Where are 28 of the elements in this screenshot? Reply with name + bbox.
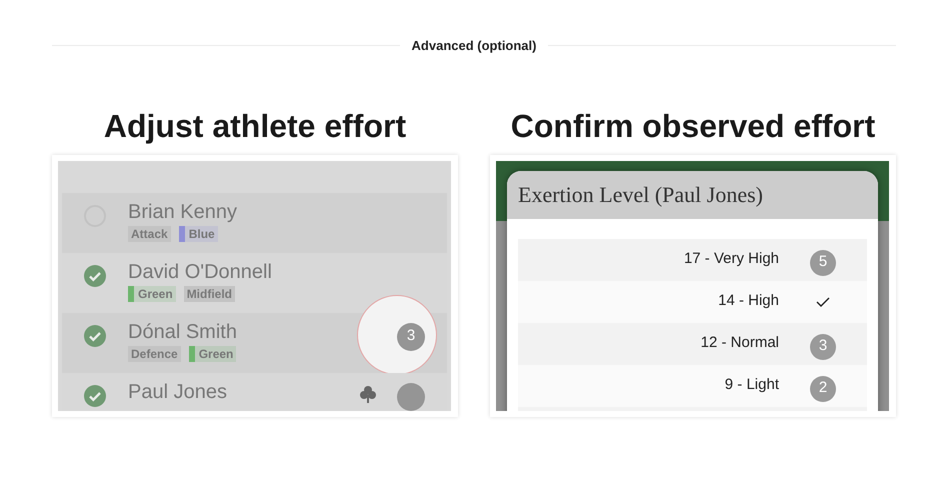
athlete-tag: Blue xyxy=(178,226,218,242)
athlete-name: Dónal Smith xyxy=(128,320,237,344)
check-circle-icon[interactable] xyxy=(83,324,107,348)
count-badge: 5 xyxy=(810,250,836,276)
dialog-title: Exertion Level (Paul Jones) xyxy=(507,170,878,218)
panel-heading: Adjust athlete effort xyxy=(104,108,406,144)
option-label: 12 - Normal xyxy=(700,333,780,354)
option-label: 17 - Very High xyxy=(682,249,780,270)
athlete-name: David O'Donnell xyxy=(128,260,272,284)
option-row[interactable]: 14 - High xyxy=(518,280,867,322)
count-badge: 2 xyxy=(810,376,836,402)
athlete-name: Brian Kenny xyxy=(128,200,237,224)
athlete-tag: Midfield xyxy=(184,286,236,302)
option-row[interactable]: 12 - Normal 3 xyxy=(518,322,867,364)
athlete-name: Paul Jones xyxy=(128,380,227,404)
option-label: 9 - Light xyxy=(724,375,780,396)
count-badge: 3 xyxy=(810,334,836,360)
option-label: 14 - High xyxy=(717,291,780,312)
option-row[interactable]: 17 - Very High 5 xyxy=(518,238,867,280)
athlete-tag: Attack xyxy=(128,226,171,242)
option-row[interactable]: 9 - Light 2 xyxy=(518,364,867,406)
athlete-tag: Green xyxy=(188,346,236,362)
athlete-tag: Green xyxy=(128,286,176,302)
check-circle-icon[interactable] xyxy=(83,384,107,408)
athlete-tag: Defence xyxy=(128,346,181,362)
section-divider-label: Advanced (optional) xyxy=(412,37,536,55)
check-circle-icon[interactable] xyxy=(83,264,107,288)
panel-heading: Confirm observed effort xyxy=(510,108,876,144)
